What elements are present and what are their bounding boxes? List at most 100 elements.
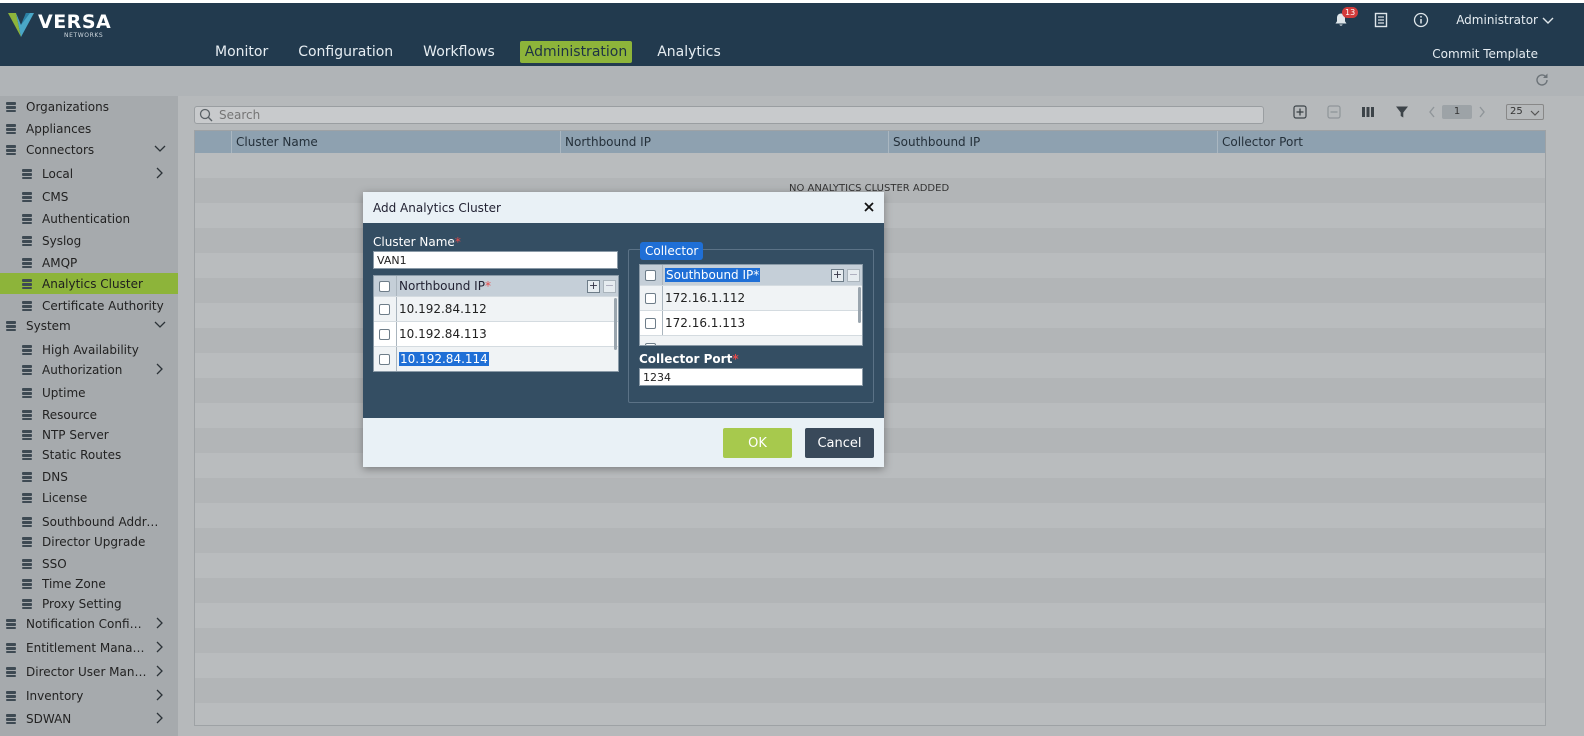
- table-row[interactable]: 10.192.84.114: [374, 346, 618, 371]
- col-southbound-ip[interactable]: Southbound IP: [888, 131, 1217, 153]
- chevron-down-icon[interactable]: [154, 318, 166, 332]
- sidebar-item-resource[interactable]: Resource: [0, 404, 178, 425]
- sidebar-item-authorization[interactable]: Authorization: [0, 359, 178, 380]
- sidebar-item-local[interactable]: Local: [0, 163, 178, 184]
- search-input[interactable]: [219, 108, 1219, 122]
- sidebar-item-ntp-server[interactable]: NTP Server: [0, 424, 178, 445]
- table-row-partial[interactable]: [640, 335, 862, 345]
- chevron-right-icon[interactable]: [154, 166, 166, 180]
- cancel-button[interactable]: Cancel: [805, 428, 874, 458]
- sidebar-item-system[interactable]: System: [0, 315, 178, 336]
- col-northbound-ip[interactable]: Northbound IP: [560, 131, 888, 153]
- sidebar-item-time-zone[interactable]: Time Zone: [0, 573, 178, 594]
- chevron-right-icon[interactable]: [154, 640, 166, 654]
- southbound-select-all-checkbox[interactable]: [645, 269, 656, 281]
- sidebar-item-label: Entitlement Manager: [26, 640, 148, 655]
- sidebar-item-label: System: [26, 318, 71, 333]
- info-icon[interactable]: [1412, 11, 1430, 29]
- sidebar-item-cms[interactable]: CMS: [0, 186, 178, 207]
- nav-workflows[interactable]: Workflows: [418, 41, 500, 63]
- filter-icon[interactable]: [1394, 104, 1410, 120]
- cluster-name-input[interactable]: [373, 251, 618, 269]
- sidebar-item-amqp[interactable]: AMQP: [0, 252, 178, 273]
- user-menu[interactable]: Administrator: [1456, 13, 1554, 27]
- add-icon[interactable]: [1292, 104, 1308, 120]
- nav-monitor[interactable]: Monitor: [210, 41, 273, 63]
- sidebar-item-connectors[interactable]: Connectors: [0, 139, 178, 160]
- northbound-ip-value: 10.192.84.114: [399, 352, 489, 366]
- search-box[interactable]: [194, 106, 1264, 124]
- chevron-right-icon[interactable]: [154, 688, 166, 702]
- page-number[interactable]: 1: [1442, 105, 1472, 119]
- row-checkbox[interactable]: [645, 317, 656, 329]
- sidebar-item-director-upgrade[interactable]: Director Upgrade: [0, 531, 178, 552]
- columns-icon[interactable]: [1360, 104, 1376, 120]
- sidebar-item-inventory[interactable]: Inventory: [0, 685, 178, 706]
- proxy-icon: [22, 598, 32, 609]
- per-page-select[interactable]: 25: [1506, 104, 1544, 120]
- ok-button[interactable]: OK: [723, 428, 792, 458]
- table-row[interactable]: 172.16.1.112: [640, 285, 862, 310]
- dialog-body: Cluster Name* Northbound IP* + − 10.192.…: [363, 223, 884, 418]
- commit-template-link[interactable]: Commit Template: [1432, 47, 1538, 61]
- remove-icon[interactable]: [1326, 104, 1342, 120]
- row-checkbox[interactable]: [379, 303, 390, 315]
- sidebar-item-sdwan[interactable]: SDWAN: [0, 708, 178, 729]
- chevron-right-icon[interactable]: [154, 362, 166, 376]
- row-checkbox[interactable]: [379, 353, 390, 365]
- sidebar-item-label: Appliances: [26, 121, 92, 136]
- sidebar-item-high-availability[interactable]: High Availability: [0, 339, 178, 360]
- chevron-right-icon[interactable]: [154, 664, 166, 678]
- northbound-select-all-checkbox[interactable]: [379, 280, 390, 292]
- table-row[interactable]: 10.192.84.113: [374, 321, 618, 346]
- chevron-down-icon[interactable]: [154, 142, 166, 156]
- add-southbound-button[interactable]: +: [831, 268, 844, 282]
- sidebar-item-entitlement-manager[interactable]: Entitlement Manager: [0, 637, 178, 658]
- bell-icon[interactable]: 13: [1332, 7, 1359, 29]
- sidebar-item-authentication[interactable]: Authentication: [0, 208, 178, 229]
- chevron-right-icon[interactable]: [154, 711, 166, 725]
- close-icon[interactable]: [862, 200, 876, 214]
- sidebar-item-proxy-setting[interactable]: Proxy Setting: [0, 593, 178, 614]
- sidebar-item-syslog[interactable]: Syslog: [0, 230, 178, 251]
- southbound-scrollbar[interactable]: [858, 287, 861, 323]
- sidebar-item-dns[interactable]: DNS: [0, 466, 178, 487]
- add-northbound-button[interactable]: +: [587, 279, 600, 293]
- versa-logo[interactable]: VERSA NETWORKS: [6, 9, 111, 41]
- clipboard-icon[interactable]: [1372, 11, 1390, 29]
- table-row[interactable]: 10.192.84.112: [374, 296, 618, 321]
- row-checkbox[interactable]: [379, 328, 390, 340]
- col-cluster-name[interactable]: Cluster Name: [231, 131, 560, 153]
- nav-analytics[interactable]: Analytics: [652, 41, 726, 63]
- refresh-icon[interactable]: [1534, 72, 1550, 88]
- next-page-icon[interactable]: [1478, 106, 1486, 118]
- table-row[interactable]: 172.16.1.113: [640, 310, 862, 335]
- sidebar-item-label: Notification Config...: [26, 616, 148, 631]
- sidebar-item-organizations[interactable]: Organizations: [0, 96, 178, 117]
- sidebar-item-certificate-authority[interactable]: Certificate Authority: [0, 295, 178, 316]
- nav-administration[interactable]: Administration: [519, 41, 633, 63]
- northbound-scrollbar[interactable]: [614, 298, 617, 350]
- grid-toolbar: 1 25: [1292, 104, 1544, 120]
- collector-port-input[interactable]: [639, 368, 863, 386]
- sidebar-item-director-user-mana[interactable]: Director User Mana...: [0, 661, 178, 682]
- sidebar-item-static-routes[interactable]: Static Routes: [0, 444, 178, 465]
- northbound-ip-value: 10.192.84.112: [396, 297, 487, 321]
- sidebar-item-uptime[interactable]: Uptime: [0, 382, 178, 403]
- sidebar-item-label: Analytics Cluster: [42, 276, 143, 291]
- nav-configuration[interactable]: Configuration: [293, 41, 398, 63]
- remove-southbound-button[interactable]: −: [847, 268, 860, 282]
- sidebar-item-notification-config[interactable]: Notification Config...: [0, 613, 178, 634]
- chevron-right-icon[interactable]: [154, 616, 166, 630]
- row-checkbox[interactable]: [645, 342, 656, 345]
- sidebar-item-southbound-addres[interactable]: Southbound Addres...: [0, 511, 178, 532]
- remove-northbound-button[interactable]: −: [603, 279, 616, 293]
- top-right-tools: 13 Administrator: [1310, 7, 1554, 29]
- sidebar-item-license[interactable]: License: [0, 487, 178, 508]
- col-collector-port[interactable]: Collector Port: [1217, 131, 1545, 153]
- sidebar-item-sso[interactable]: SSO: [0, 553, 178, 574]
- row-checkbox[interactable]: [645, 292, 656, 304]
- sidebar-item-appliances[interactable]: Appliances: [0, 118, 178, 139]
- sidebar-item-analytics-cluster[interactable]: Analytics Cluster: [0, 273, 178, 294]
- prev-page-icon[interactable]: [1428, 106, 1436, 118]
